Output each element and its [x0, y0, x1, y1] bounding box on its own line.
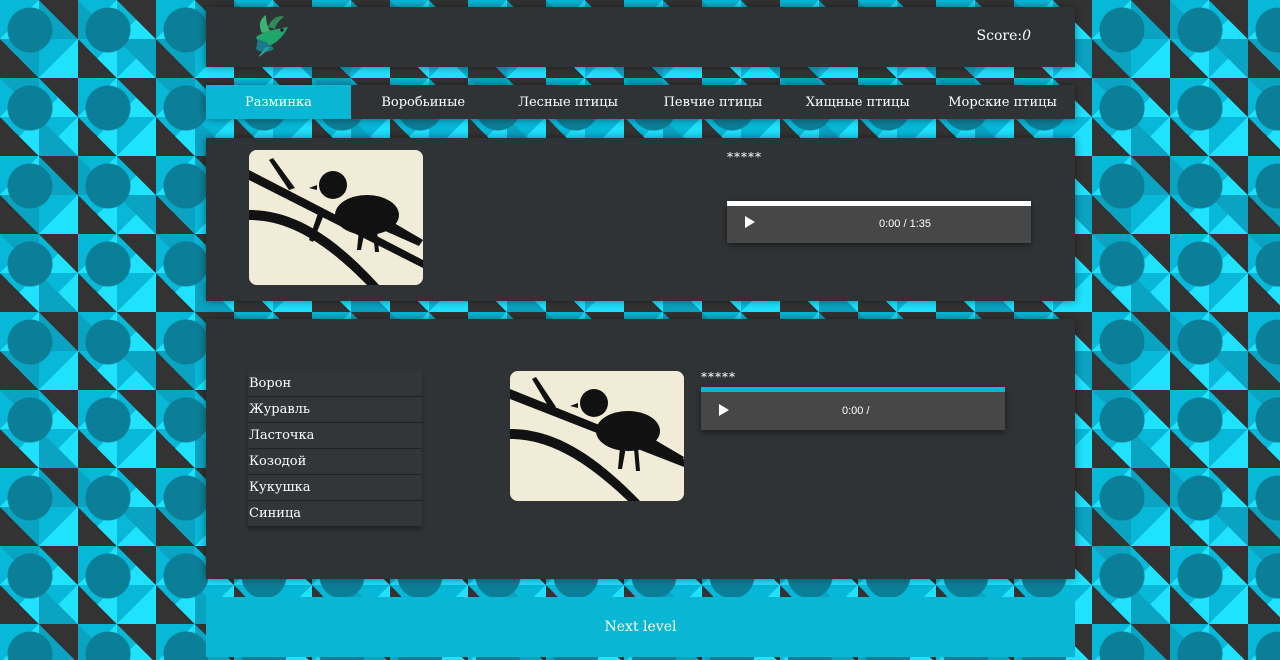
- tab-birds-of-prey[interactable]: Хищные птицы: [785, 85, 930, 119]
- answer-option-crane[interactable]: Журавль: [248, 397, 422, 422]
- audio-progress-bar[interactable]: [727, 201, 1031, 206]
- play-icon[interactable]: [719, 404, 729, 416]
- score-value: 0: [1022, 28, 1031, 44]
- answer-option-tit[interactable]: Синица: [248, 501, 422, 526]
- play-icon[interactable]: [745, 216, 755, 228]
- tab-songbirds[interactable]: Певчие птицы: [640, 85, 785, 119]
- tab-passerines[interactable]: Воробьиные: [351, 85, 496, 119]
- question-panel: ***** 0:00 / 1:35: [206, 138, 1075, 301]
- answer-option-cuckoo[interactable]: Кукушка: [248, 475, 422, 500]
- question-audio-player: 0:00 / 1:35: [727, 201, 1031, 243]
- answer-option-raven[interactable]: Ворон: [248, 371, 422, 396]
- answers-panel: Ворон Журавль Ласточка Козодой Кукушка С…: [206, 319, 1075, 579]
- score-label: Score:: [976, 28, 1023, 44]
- audio-time: 0:00 / 1:35: [879, 218, 931, 230]
- tab-forest-birds[interactable]: Лесные птицы: [496, 85, 641, 119]
- hidden-bird-image: [249, 150, 423, 285]
- hidden-bird-name: *****: [727, 150, 762, 164]
- tab-seabirds[interactable]: Морские птицы: [930, 85, 1075, 119]
- tab-warmup[interactable]: Разминка: [206, 85, 351, 119]
- detail-audio-player: 0:00 /: [701, 387, 1005, 430]
- score-display: Score:0: [977, 28, 1031, 44]
- hummingbird-logo-icon: [248, 13, 294, 59]
- answer-option-nightjar[interactable]: Козодой: [248, 449, 422, 474]
- answer-list: Ворон Журавль Ласточка Козодой Кукушка С…: [248, 371, 422, 527]
- level-nav: Разминка Воробьиные Лесные птицы Певчие …: [206, 85, 1075, 119]
- header: Score:0: [206, 7, 1075, 67]
- bird-detail-image: [510, 371, 684, 501]
- audio-time: 0:00 /: [842, 405, 870, 417]
- answer-option-swallow[interactable]: Ласточка: [248, 423, 422, 448]
- next-level-button[interactable]: Next level: [206, 597, 1075, 657]
- audio-progress-bar[interactable]: [701, 387, 1005, 392]
- detail-bird-name: *****: [701, 370, 736, 384]
